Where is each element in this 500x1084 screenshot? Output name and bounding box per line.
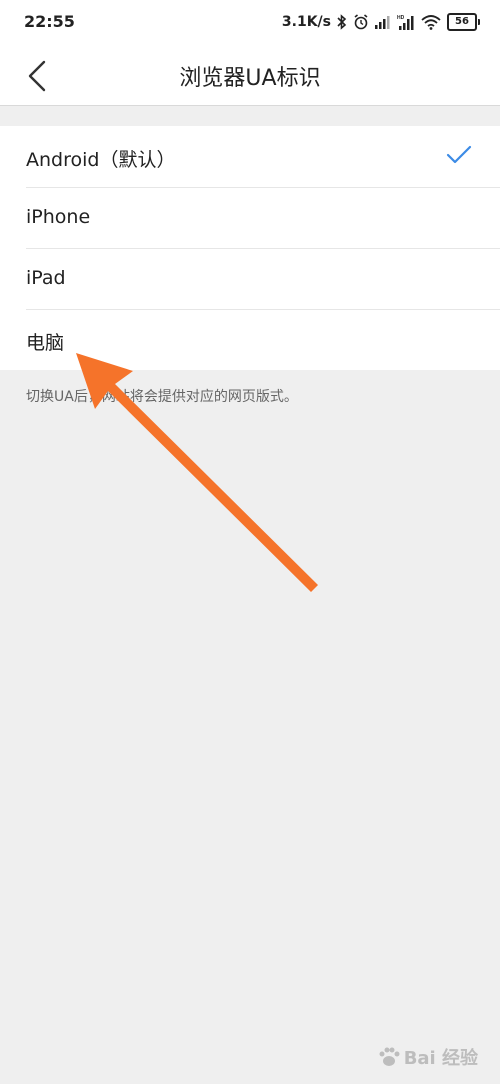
bluetooth-icon bbox=[337, 14, 347, 30]
status-time: 22:55 bbox=[24, 12, 75, 31]
status-icons: 3.1K/s HD 56 bbox=[282, 12, 480, 32]
ua-option-android[interactable]: Android（默认） bbox=[0, 126, 500, 187]
battery-icon: 56 bbox=[447, 13, 480, 31]
battery-level: 56 bbox=[447, 13, 477, 31]
network-speed: 3.1K/s bbox=[281, 14, 331, 30]
ua-option-ipad[interactable]: iPad bbox=[0, 248, 500, 309]
signal-icon bbox=[375, 16, 390, 29]
watermark: Bai 经验 bbox=[378, 1044, 478, 1070]
hint-text: 切换UA后，网站将会提供对应的网页版式。 bbox=[26, 389, 298, 405]
ua-option-desktop[interactable]: 电脑 bbox=[0, 309, 500, 370]
option-label: iPhone bbox=[26, 206, 91, 228]
signal-hd-icon: HD bbox=[397, 15, 414, 30]
option-label: 电脑 bbox=[26, 332, 65, 354]
status-bar: 22:55 3.1K/s HD 56 bbox=[0, 0, 500, 46]
ua-option-iphone[interactable]: iPhone bbox=[0, 187, 500, 248]
page-title: 浏览器UA标识 bbox=[179, 66, 321, 91]
option-label: Android（默认） bbox=[26, 149, 176, 171]
paw-icon bbox=[379, 1047, 400, 1066]
svg-text:HD: HD bbox=[397, 15, 405, 21]
ua-options-list: Android（默认） iPhone iPad 电脑 bbox=[0, 126, 500, 370]
check-icon bbox=[446, 145, 472, 164]
wifi-icon bbox=[421, 15, 441, 30]
option-label: iPad bbox=[26, 267, 66, 289]
alarm-icon bbox=[354, 14, 368, 30]
watermark-text: Bai 经验 bbox=[403, 1048, 478, 1069]
nav-bar: 浏览器UA标识 bbox=[0, 46, 500, 106]
